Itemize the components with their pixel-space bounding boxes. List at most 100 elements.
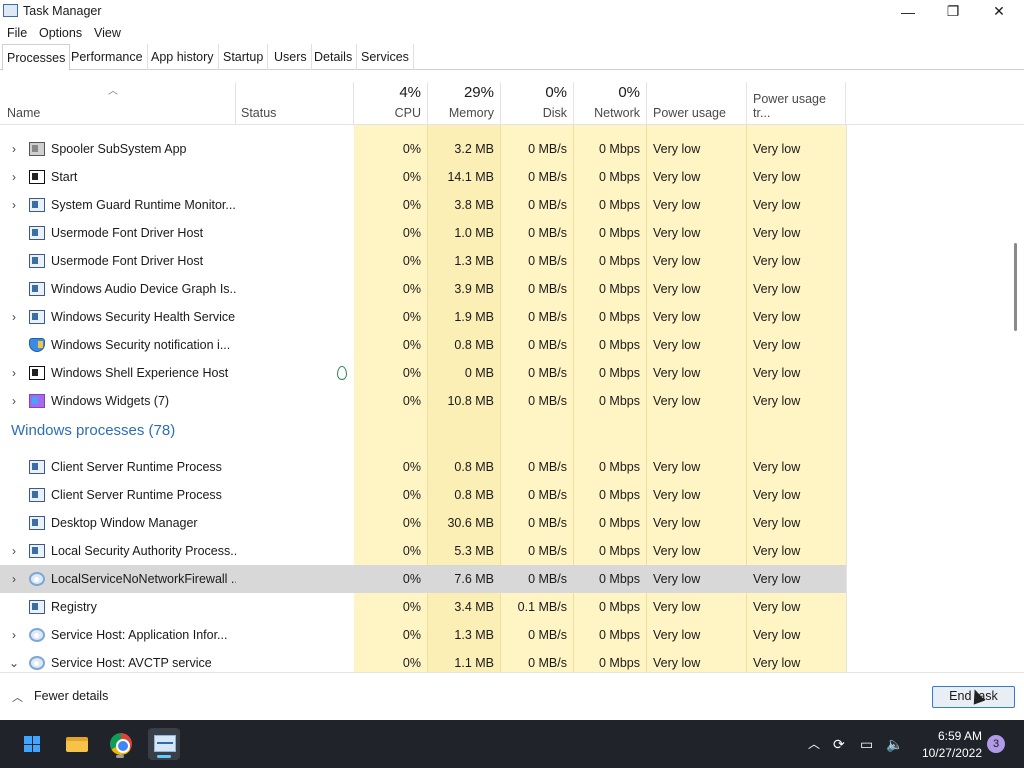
table-row[interactable]: Client Server Runtime Process 0% 0.8 MB 0 M… (0, 453, 846, 481)
volume-icon[interactable]: 🔈 (886, 720, 903, 768)
menu-file[interactable]: File (7, 26, 27, 40)
start-icon (29, 366, 45, 380)
suspended-leaf-icon (337, 366, 347, 380)
header-power-usage[interactable]: Power usage (647, 82, 747, 125)
table-row[interactable]: Registry 0% 3.4 MB 0.1 MB/s 0 Mbps Very low Ve… (0, 593, 846, 621)
tab-startup[interactable]: Startup (219, 44, 269, 70)
clock-time[interactable]: 6:59 AM (926, 729, 982, 743)
clock-date[interactable]: 10/27/2022 (916, 746, 982, 760)
header-network[interactable]: 0% Network (574, 82, 647, 125)
tab-users[interactable]: Users (270, 44, 312, 70)
table-row[interactable]: › Windows Security Health Service 0% 1.9 MB… (0, 303, 846, 331)
process-cpu: 0% (402, 488, 421, 502)
running-indicator (116, 755, 124, 758)
header-memory-label: Memory (448, 106, 494, 120)
scrollbar-thumb[interactable] (1014, 243, 1017, 331)
expand-row-icon[interactable]: › (8, 135, 20, 163)
fewer-details-link[interactable]: Fewer details (34, 689, 108, 703)
expand-row-icon[interactable]: ⌄ (8, 649, 20, 672)
process-status (236, 621, 354, 649)
menu-view[interactable]: View (94, 26, 121, 40)
table-row[interactable]: Windows Audio Device Graph Is... 0% 3.9 MB… (0, 275, 846, 303)
table-row[interactable]: › Spooler SubSystem App 0% 3.2 MB 0 MB/s 0 Mb… (0, 135, 846, 163)
process-cpu: 0% (402, 544, 421, 558)
table-row[interactable]: › Windows Widgets (7) 0% 10.8 MB 0 MB/s 0 Mbp… (0, 387, 846, 415)
header-power-usage-trend[interactable]: Power usage tr... (747, 82, 846, 125)
expand-row-icon[interactable]: › (8, 537, 20, 565)
restore-button[interactable]: ❐ (930, 0, 976, 23)
expand-row-icon[interactable]: › (8, 359, 20, 387)
process-disk: 0 MB/s (528, 488, 567, 502)
vertical-scrollbar[interactable] (1014, 125, 1018, 672)
expand-row-icon[interactable]: › (8, 565, 20, 593)
app-window-icon (29, 488, 45, 502)
process-name: Desktop Window Manager (51, 516, 198, 530)
window-title: Task Manager (23, 4, 102, 18)
process-memory: 3.2 MB (454, 142, 494, 156)
header-memory[interactable]: 29% Memory (428, 82, 501, 125)
process-memory: 0.8 MB (454, 488, 494, 502)
process-name: Windows Audio Device Graph Is... (51, 282, 236, 296)
table-row[interactable]: Windows Security notification i... 0% 0.8 … (0, 331, 846, 359)
tab-processes[interactable]: Processes (2, 44, 71, 71)
process-network: 0 Mbps (599, 394, 640, 408)
chevron-up-tray-icon[interactable]: ︿ (808, 720, 820, 768)
expand-row-icon[interactable]: › (8, 191, 20, 219)
process-cpu: 0% (402, 282, 421, 296)
process-power-usage: Very low (653, 338, 701, 352)
header-name[interactable]: ︿ Name (0, 82, 236, 125)
process-power-usage-trend: Very low (753, 516, 801, 530)
process-power-usage-trend: Very low (753, 226, 801, 240)
process-network: 0 Mbps (599, 198, 640, 212)
header-power-usage-label: Power usage (653, 106, 726, 120)
expand-row-icon[interactable]: › (8, 621, 20, 649)
table-row[interactable]: Client Server Runtime Process 0% 0.8 MB 0 M… (0, 481, 846, 509)
process-status (236, 163, 354, 191)
process-power-usage-trend: Very low (753, 460, 801, 474)
expand-row-icon[interactable]: › (8, 387, 20, 415)
header-status[interactable]: Status (236, 82, 354, 125)
table-row[interactable]: ⌄ Service Host: AVCTP service 0% 1.1 MB 0 MB… (0, 649, 846, 672)
sync-alert-icon[interactable]: ⟳ (833, 720, 845, 768)
start-button[interactable] (16, 728, 48, 760)
process-cpu: 0% (402, 656, 421, 670)
process-status (236, 537, 354, 565)
process-disk: 0 MB/s (528, 394, 567, 408)
table-row[interactable]: › Start 0% 14.1 MB 0 MB/s 0 Mbps Very low Very … (0, 163, 846, 191)
widgets-icon (29, 394, 45, 408)
expand-row-icon[interactable]: › (8, 163, 20, 191)
header-cpu[interactable]: 4% CPU (354, 82, 428, 125)
chrome-button[interactable] (104, 728, 136, 760)
tab-services[interactable]: Services (357, 44, 414, 70)
table-row[interactable]: Usermode Font Driver Host 0% 1.3 MB 0 MB/s 0… (0, 247, 846, 275)
notification-badge[interactable]: 3 (987, 735, 1005, 753)
menu-options[interactable]: Options (39, 26, 82, 40)
table-row[interactable]: Usermode Font Driver Host 0% 1.0 MB 0 MB/s 0… (0, 219, 846, 247)
task-manager-taskbar-button[interactable] (148, 728, 180, 760)
minimize-button[interactable]: — (885, 0, 931, 23)
close-button[interactable]: ✕ (976, 0, 1022, 23)
chevron-up-icon[interactable]: ︿ (12, 689, 23, 705)
file-explorer-button[interactable] (60, 728, 92, 760)
process-cpu: 0% (402, 460, 421, 474)
footer-bar: ︿ Fewer details End task (0, 672, 1024, 720)
table-row[interactable]: › Windows Shell Experience Host 0% 0 MB 0 MB… (0, 359, 846, 387)
group-header-windows-processes[interactable]: Windows processes (78) (0, 415, 846, 451)
table-row[interactable]: › System Guard Runtime Monitor... 0% 3.8 MB… (0, 191, 846, 219)
start-icon (29, 170, 45, 184)
process-name: Local Security Authority Process... (51, 544, 236, 558)
header-disk[interactable]: 0% Disk (501, 82, 574, 125)
network-icon[interactable]: ▭ (860, 720, 873, 768)
process-disk: 0 MB/s (528, 254, 567, 268)
tab-app-history[interactable]: App history (147, 44, 219, 70)
process-disk: 0 MB/s (528, 516, 567, 530)
tab-performance[interactable]: Performance (67, 44, 148, 70)
tab-details[interactable]: Details (310, 44, 358, 70)
table-row[interactable]: › LocalServiceNoNetworkFirewall ... 0% 7.6 … (0, 565, 846, 593)
process-network: 0 Mbps (599, 600, 640, 614)
process-memory: 3.9 MB (454, 282, 494, 296)
table-row[interactable]: Desktop Window Manager 0% 30.6 MB 0 MB/s 0 M… (0, 509, 846, 537)
table-row[interactable]: › Service Host: Application Infor... 0% 1.3… (0, 621, 846, 649)
expand-row-icon[interactable]: › (8, 303, 20, 331)
table-row[interactable]: › Local Security Authority Process... 0% 5.… (0, 537, 846, 565)
